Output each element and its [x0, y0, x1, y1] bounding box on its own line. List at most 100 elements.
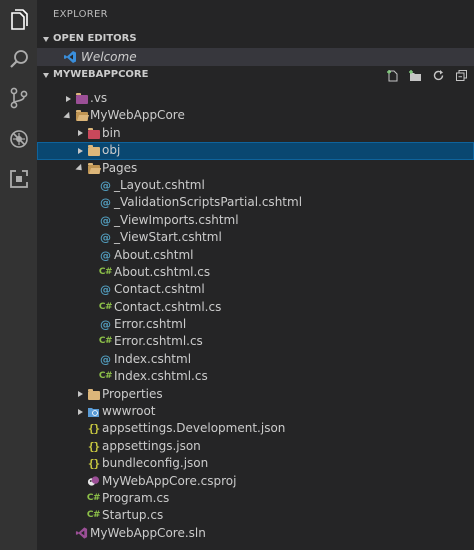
razor-icon: @: [100, 178, 111, 192]
folder-icon: [87, 388, 100, 401]
csharp-icon: C#: [86, 492, 101, 503]
tree-item-label: bundleconfig.json: [102, 456, 209, 471]
tree-item-label: Error.cshtml.cs: [114, 334, 203, 349]
file-item-mywebappcore-csproj[interactable]: MyWebAppCore.csproj: [37, 473, 474, 490]
tree-item-label: Contact.cshtml.cs: [114, 299, 222, 314]
explorer-icon[interactable]: [0, 2, 37, 39]
tree-item-label: About.cshtml.cs: [114, 264, 211, 279]
file-item-contact-cshtml-cs[interactable]: C# Contact.cshtml.cs: [37, 299, 474, 316]
file-item-about-cshtml[interactable]: @ About.cshtml: [37, 247, 474, 264]
tree-item-label: Index.cshtml.cs: [114, 369, 208, 384]
file-item-index-cshtml[interactable]: @ Index.cshtml: [37, 351, 474, 368]
csharp-icon: C#: [98, 371, 113, 382]
folder-item-wwwroot[interactable]: wwwroot: [37, 403, 474, 420]
file-item-about-cshtml-cs[interactable]: C# About.cshtml.cs: [37, 264, 474, 281]
csharp-icon: C#: [98, 336, 113, 347]
chevron-right-icon[interactable]: [63, 90, 73, 107]
tree-item-label: .vs: [90, 91, 108, 105]
csharp-icon: C#: [86, 510, 101, 521]
refresh-icon[interactable]: [431, 68, 445, 82]
tree-item-label: Error.cshtml: [114, 317, 187, 332]
tree-item-label: _ValidationScriptsPartial.cshtml: [114, 195, 303, 210]
tree-item-label: Contact.cshtml: [114, 282, 205, 297]
file-item-contact-cshtml[interactable]: @ Contact.cshtml: [37, 281, 474, 298]
chevron-down-icon: [41, 30, 51, 48]
vscode-window: EXPLORER OPEN EDITORS Welcome MYWEBAPPCO…: [0, 0, 474, 550]
folder-item-properties[interactable]: Properties: [37, 386, 474, 403]
activity-bar: [0, 0, 37, 550]
source-control-icon[interactable]: [0, 79, 37, 116]
open-editor-welcome[interactable]: Welcome: [37, 48, 474, 66]
tree-item-label: bin: [102, 125, 121, 140]
debug-icon[interactable]: [0, 120, 37, 157]
file-item-viewstart-cshtml[interactable]: @ _ViewStart.cshtml: [37, 229, 474, 246]
new-file-icon[interactable]: [385, 68, 399, 82]
razor-icon: @: [100, 283, 111, 297]
json-icon: {}: [87, 422, 100, 436]
folder-item-pages[interactable]: Pages: [37, 160, 474, 177]
chevron-right-icon[interactable]: [75, 386, 85, 403]
explorer-sidebar: EXPLORER OPEN EDITORS Welcome MYWEBAPPCO…: [37, 0, 474, 550]
tree-item-label: Index.cshtml: [114, 351, 192, 366]
chevron-down-icon[interactable]: [63, 107, 73, 124]
tree-item-label: MyWebAppCore: [90, 108, 185, 123]
tree-item-label: appsettings.json: [102, 438, 201, 453]
folder-item-obj[interactable]: obj: [37, 142, 474, 160]
file-item-viewimports-cshtml[interactable]: @ _ViewImports.cshtml: [37, 212, 474, 229]
file-tree: .vs MyWebAppCore bin obj Pages @ _Layout.cshtm…: [37, 90, 474, 542]
chevron-right-icon[interactable]: [75, 403, 85, 420]
tree-item-label: wwwroot: [102, 404, 156, 419]
new-folder-icon[interactable]: [408, 68, 422, 82]
open-editors-title: OPEN EDITORS: [53, 33, 137, 44]
folder-item-bin[interactable]: bin: [37, 125, 474, 142]
file-item-layout-cshtml[interactable]: @ _Layout.cshtml: [37, 177, 474, 194]
tree-item-label: Program.cs: [102, 490, 170, 505]
file-item-error-cshtml-cs[interactable]: C# Error.cshtml.cs: [37, 333, 474, 350]
tree-item-label: _Layout.cshtml: [114, 177, 205, 192]
file-item-appsettings-development-json[interactable]: {} appsettings.Development.json: [37, 420, 474, 437]
folder-item-mywebappcore[interactable]: MyWebAppCore: [37, 107, 474, 124]
razor-icon: @: [100, 213, 111, 227]
tree-item-label: Properties: [102, 386, 163, 401]
workspace-header[interactable]: MYWEBAPPCORE: [37, 66, 474, 84]
file-item-appsettings-json[interactable]: {} appsettings.json: [37, 438, 474, 455]
open-editors-header[interactable]: OPEN EDITORS: [37, 30, 474, 48]
tree-item-label: obj: [102, 143, 121, 158]
tree-item-label: About.cshtml: [114, 247, 194, 262]
collapse-all-icon[interactable]: [454, 68, 468, 82]
razor-icon: @: [100, 318, 111, 332]
file-item-index-cshtml-cs[interactable]: C# Index.cshtml.cs: [37, 368, 474, 385]
file-item-validationscriptspartial-cshtml[interactable]: @ _ValidationScriptsPartial.cshtml: [37, 194, 474, 211]
chevron-down-icon[interactable]: [75, 160, 85, 177]
csharp-icon: C#: [98, 266, 113, 277]
vscode-icon: [63, 50, 77, 64]
www-folder-icon: [87, 405, 100, 418]
json-icon: {}: [87, 439, 100, 453]
razor-icon: @: [100, 352, 111, 366]
csproj-icon: [87, 475, 100, 488]
tree-item-label: _ViewStart.cshtml: [114, 230, 222, 245]
tree-item-label: _ViewImports.cshtml: [114, 212, 239, 227]
folder-icon: [87, 144, 100, 157]
file-item-mywebappcore-sln[interactable]: MyWebAppCore.sln: [37, 525, 474, 542]
bin-folder-icon: [87, 127, 100, 140]
workspace-title: MYWEBAPPCORE: [53, 69, 149, 80]
chevron-right-icon[interactable]: [75, 125, 85, 142]
razor-icon: @: [100, 248, 111, 262]
folder-open-icon: [75, 109, 88, 122]
csharp-icon: C#: [98, 301, 113, 312]
tree-item-label: appsettings.Development.json: [102, 421, 286, 436]
tree-item-label: Pages: [102, 160, 138, 175]
file-item-error-cshtml[interactable]: @ Error.cshtml: [37, 316, 474, 333]
file-item-program-cs[interactable]: C# Program.cs: [37, 490, 474, 507]
folder-item-vs[interactable]: .vs: [37, 90, 474, 107]
search-icon[interactable]: [0, 40, 37, 77]
razor-icon: @: [100, 231, 111, 245]
file-item-startup-cs[interactable]: C# Startup.cs: [37, 507, 474, 524]
folder-open-icon: [87, 162, 100, 175]
chevron-right-icon[interactable]: [75, 142, 85, 159]
tree-item-label: MyWebAppCore.sln: [90, 525, 206, 540]
extensions-icon[interactable]: [0, 160, 37, 197]
file-item-bundleconfig-json[interactable]: {} bundleconfig.json: [37, 455, 474, 472]
vs-solution-icon: [75, 527, 88, 540]
